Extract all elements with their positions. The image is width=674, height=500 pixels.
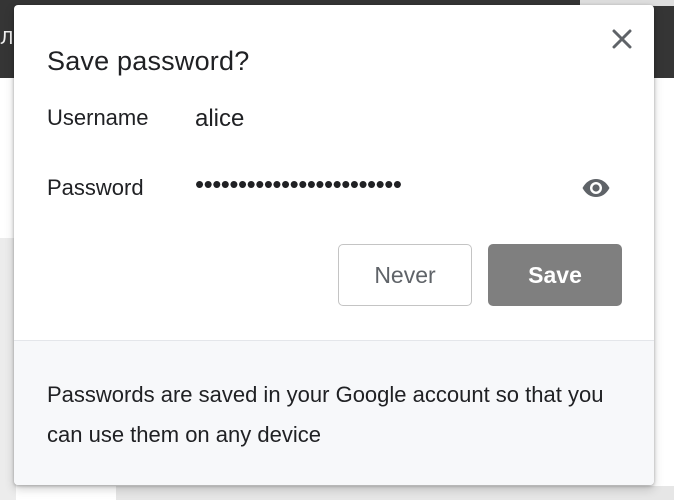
save-password-dialog: Save password? Username alice Password •… bbox=[14, 5, 654, 485]
password-label: Password bbox=[47, 175, 144, 200]
dialog-footer: Passwords are saved in your Google accou… bbox=[14, 340, 654, 485]
close-button[interactable] bbox=[606, 23, 638, 55]
never-button[interactable]: Never bbox=[338, 244, 472, 306]
save-button[interactable]: Save bbox=[488, 244, 622, 306]
username-value[interactable]: alice bbox=[195, 105, 244, 133]
dialog-title: Save password? bbox=[47, 46, 250, 76]
footer-info-text: Passwords are saved in your Google accou… bbox=[47, 382, 604, 447]
show-password-button[interactable] bbox=[579, 173, 613, 203]
close-icon bbox=[612, 29, 632, 49]
password-value[interactable]: •••••••••••••••••••••••• bbox=[195, 170, 402, 198]
eye-icon bbox=[582, 179, 610, 197]
page-background-bottom bbox=[116, 486, 674, 500]
toolbar-tab-text: Л bbox=[0, 28, 14, 49]
username-label: Username bbox=[47, 105, 149, 130]
